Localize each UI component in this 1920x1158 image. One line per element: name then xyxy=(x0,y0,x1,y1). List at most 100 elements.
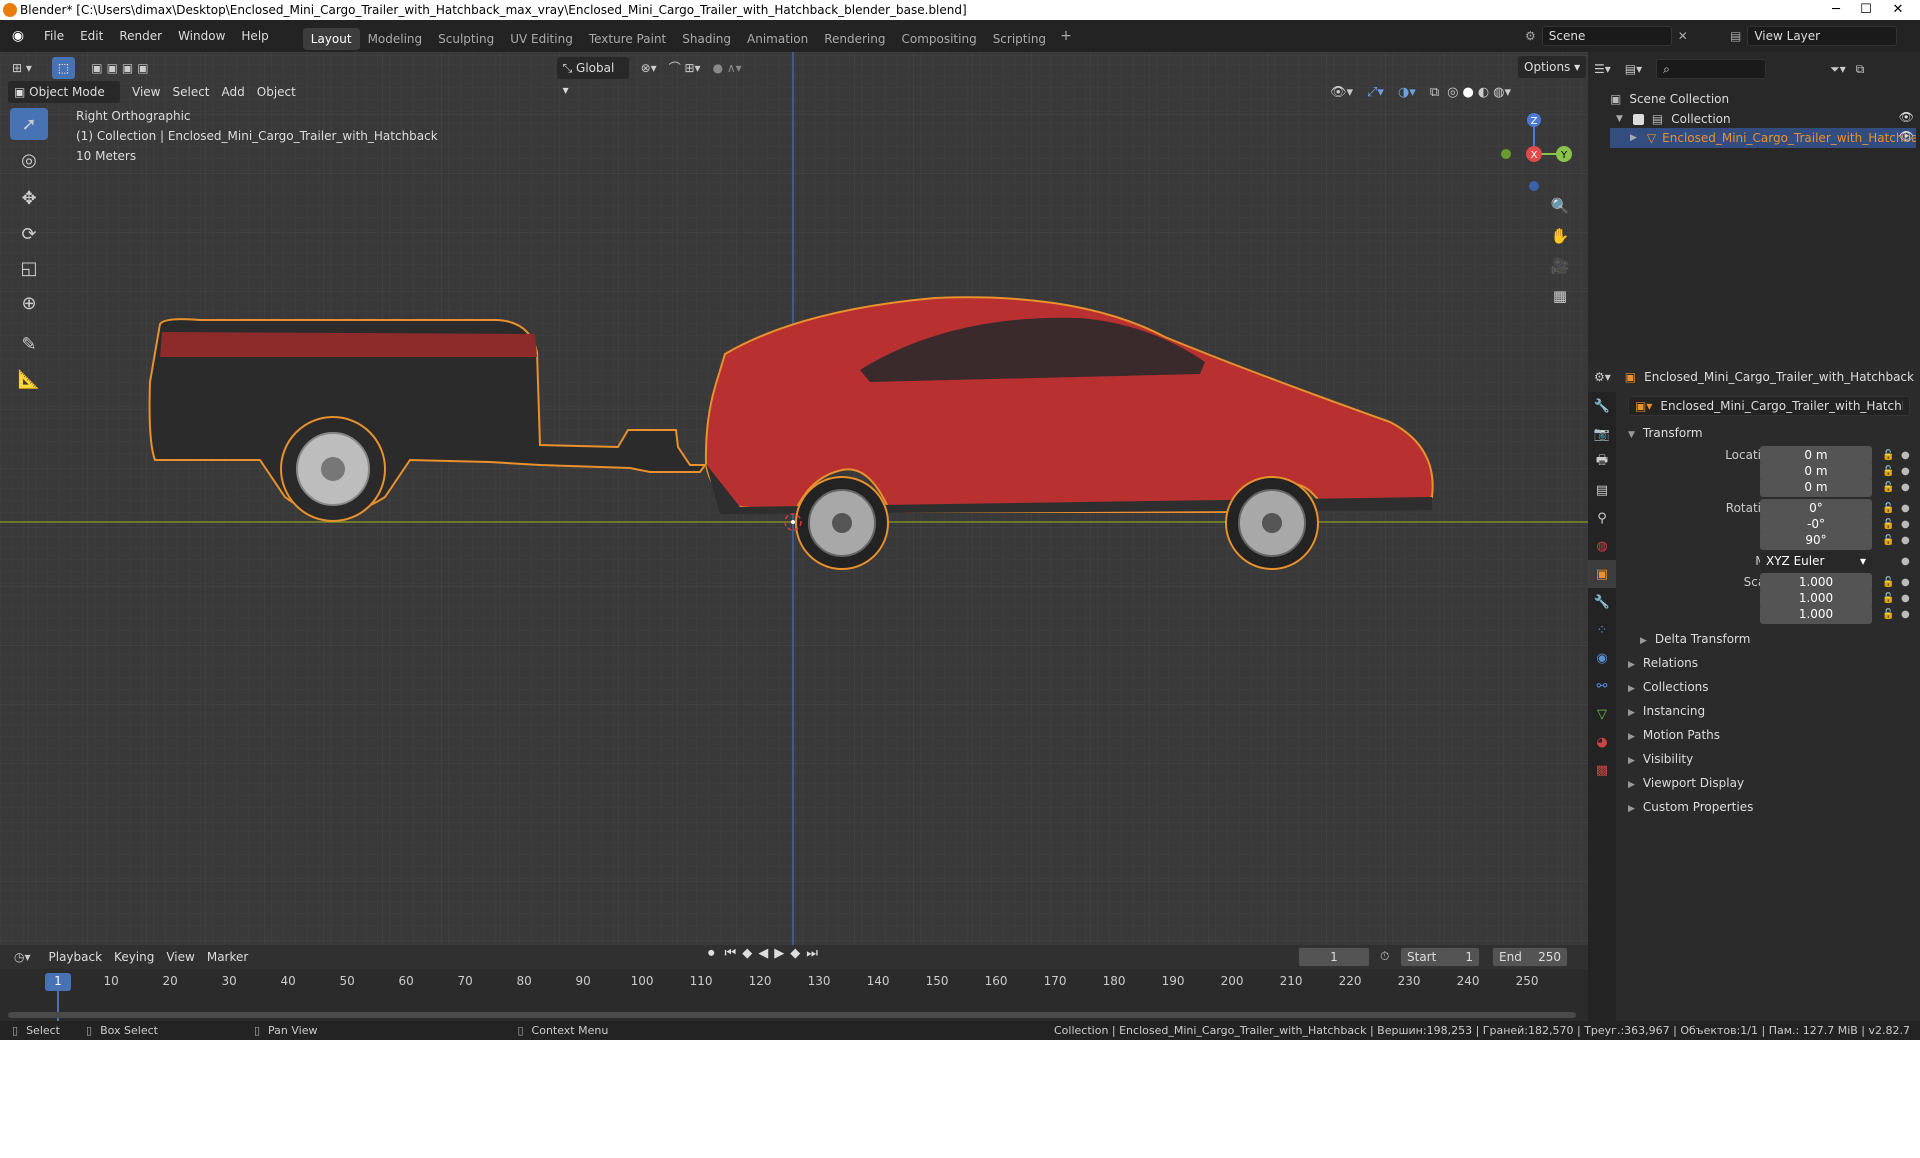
timeline-editor[interactable]: ◷▾ Playback Keying View Marker ⏺ ⏮ ◆ ◀ ▶ ◆ … xyxy=(0,945,1588,1021)
lock-icon[interactable]: 🔓 xyxy=(1882,450,1894,461)
rotate-tool[interactable]: ⟳ xyxy=(10,218,48,250)
panel-instancing[interactable]: ▶ Instancing xyxy=(1628,704,1705,718)
keyframe-dot-icon[interactable]: ● xyxy=(1901,593,1910,604)
display-mode-icon[interactable]: ▤▾ xyxy=(1625,62,1642,76)
menu-window[interactable]: Window xyxy=(170,20,233,52)
current-frame-field[interactable]: 1 xyxy=(1298,947,1370,967)
menu-help[interactable]: Help xyxy=(233,20,276,52)
timeline-ruler[interactable]: 1 10 20 30 40 50 60 70 80 90 100 110 120 130 140 150 160… xyxy=(0,969,1588,1021)
scene-field[interactable]: Scene xyxy=(1541,26,1672,46)
camera-icon[interactable]: 🎥 xyxy=(1546,252,1574,280)
render-tab-icon[interactable]: 📷 xyxy=(1588,420,1616,448)
jump-end-icon[interactable]: ⏭ xyxy=(806,946,818,961)
viewport-menu-select[interactable]: Select xyxy=(166,81,215,103)
keyframe-dot-icon[interactable]: ● xyxy=(1901,556,1910,567)
pan-hand-icon[interactable]: ✋ xyxy=(1546,222,1574,250)
measure-tool[interactable]: 📐 xyxy=(10,363,48,395)
properties-editor[interactable]: ⚙▾ ▣ Enclosed_Mini_Cargo_Trailer_with_Ha… xyxy=(1588,362,1920,1021)
object-visibility-icon[interactable]: 👁 xyxy=(1899,129,1914,143)
tab-rendering[interactable]: Rendering xyxy=(816,28,893,50)
record-icon[interactable]: ⏺ xyxy=(708,946,715,961)
cursor-tool[interactable]: ◎ xyxy=(10,144,48,176)
select-box-tool[interactable]: ➚ xyxy=(10,108,48,140)
expand-icon[interactable]: ▶ xyxy=(1630,133,1637,143)
view-layer-selector[interactable]: ▤ View Layer xyxy=(1730,26,1898,46)
tab-compositing[interactable]: Compositing xyxy=(893,28,984,50)
panel-collections[interactable]: ▶ Collections xyxy=(1628,680,1709,694)
keyframe-dot-icon[interactable]: ● xyxy=(1901,450,1910,461)
close-button[interactable]: ✕ xyxy=(1884,0,1912,20)
start-frame-field[interactable]: Start 1 xyxy=(1400,947,1480,967)
outliner[interactable]: ☰▾ ▤▾ ⌕ ⏷▾ ⧉ ▣ Scene Collection ▼ ▤ Coll… xyxy=(1588,52,1920,362)
rendered-shading-icon[interactable]: ◍▾ xyxy=(1493,85,1511,100)
material-shading-icon[interactable]: ◐ xyxy=(1478,85,1489,100)
snap-icon[interactable]: ⌒ ⊞▾ xyxy=(663,57,707,79)
tab-layout[interactable]: Layout xyxy=(302,27,360,50)
tab-texture-paint[interactable]: Texture Paint xyxy=(581,28,674,50)
timeline-menu-keying[interactable]: Keying xyxy=(108,946,160,968)
annotate-tool[interactable]: ✎ xyxy=(10,328,48,360)
timeline-menu-view[interactable]: View xyxy=(160,946,200,968)
transform-tool[interactable]: ⊕ xyxy=(10,287,48,319)
lock-icon[interactable]: 🔓 xyxy=(1882,609,1894,620)
scale-tool[interactable]: ◱ xyxy=(10,252,48,284)
tab-shading[interactable]: Shading xyxy=(674,28,739,50)
texture-tab-icon[interactable]: ▩ xyxy=(1588,756,1616,784)
tab-uv-editing[interactable]: UV Editing xyxy=(502,28,581,50)
move-tool[interactable]: ✥ xyxy=(10,182,48,214)
timeline-menu-marker[interactable]: Marker xyxy=(201,946,254,968)
physics-tab-icon[interactable]: ◉ xyxy=(1588,644,1616,672)
output-tab-icon[interactable]: 🖶 xyxy=(1588,448,1616,476)
3d-viewport[interactable]: ⊞ ▾ ⬚ ▣▣▣▣ ⤡ Global ▾ ⊗▾ ⌒ ⊞▾ ● ∧▾ Optio… xyxy=(0,52,1588,945)
end-frame-field[interactable]: End 250 xyxy=(1492,947,1568,967)
solid-shading-icon[interactable]: ● xyxy=(1462,85,1473,100)
keyframe-dot-icon[interactable]: ● xyxy=(1901,503,1910,514)
navigation-gizmo[interactable]: Z X Y xyxy=(1488,108,1578,198)
outliner-search-input[interactable]: ⌕ xyxy=(1656,59,1767,79)
collection-checkbox[interactable] xyxy=(1632,113,1644,125)
blender-menu-icon[interactable]: ◉ xyxy=(0,28,36,44)
view-layer-tab-icon[interactable]: ▤ xyxy=(1588,476,1616,504)
select-tool-mode-icon[interactable]: ⬚ xyxy=(51,57,76,79)
options-dropdown[interactable]: Options ▾ xyxy=(1518,56,1587,78)
tab-animation[interactable]: Animation xyxy=(739,28,816,50)
scene-objects[interactable] xyxy=(0,52,1588,945)
wireframe-shading-icon[interactable]: ◎ xyxy=(1447,85,1458,100)
lock-icon[interactable]: 🔓 xyxy=(1882,593,1894,604)
delta-transform-subpanel[interactable]: ▶ Delta Transform xyxy=(1640,632,1750,646)
view-layer-field[interactable]: View Layer xyxy=(1747,26,1898,46)
lock-icon[interactable]: 🔓 xyxy=(1882,466,1894,477)
scene-selector[interactable]: ⚙ Scene ✕ xyxy=(1525,26,1688,46)
outliner-object-row[interactable]: ▶ ▽ Enclosed_Mini_Cargo_Trailer_with_Hat… xyxy=(1610,128,1916,148)
panel-motion-paths[interactable]: ▶ Motion Paths xyxy=(1628,728,1720,742)
transform-panel-header[interactable]: ▼ Transform xyxy=(1628,426,1703,440)
close-scene-icon[interactable]: ✕ xyxy=(1678,29,1688,43)
pivot-point-icon[interactable]: ⊗▾ xyxy=(635,57,663,79)
keyframe-dot-icon[interactable]: ● xyxy=(1901,466,1910,477)
outliner-collection[interactable]: ▼ ▤ Collection xyxy=(1616,109,1731,129)
timeline-menu-playback[interactable]: Playback xyxy=(43,946,109,968)
keyframe-dot-icon[interactable]: ● xyxy=(1901,577,1910,588)
world-tab-icon[interactable]: ◍ xyxy=(1588,532,1616,560)
object-name-field[interactable]: ▣▾ Enclosed_Mini_Cargo_Trailer_with_Hatc… xyxy=(1628,396,1910,416)
add-workspace-icon[interactable]: + xyxy=(1060,28,1072,44)
menu-render[interactable]: Render xyxy=(111,20,170,52)
maximize-button[interactable]: ☐ xyxy=(1852,0,1880,20)
particles-tab-icon[interactable]: ⁘ xyxy=(1588,616,1616,644)
location-z-field[interactable]: 0 m xyxy=(1760,478,1872,497)
rotation-mode-dropdown[interactable]: XYZ Euler ▾ xyxy=(1760,552,1872,571)
zoom-icon[interactable]: 🔍 xyxy=(1546,192,1574,220)
next-keyframe-icon[interactable]: ◆ xyxy=(790,946,800,961)
jump-start-icon[interactable]: ⏮ xyxy=(725,946,737,961)
modifier-tab-icon[interactable]: 🔧 xyxy=(1588,588,1616,616)
timeline-scrollbar[interactable] xyxy=(8,1012,1576,1018)
viewport-menu-add[interactable]: Add xyxy=(216,81,251,103)
tool-tab-icon[interactable]: 🔧 xyxy=(1588,392,1616,420)
new-collection-icon[interactable]: ⧉ xyxy=(1856,62,1865,77)
tab-sculpting[interactable]: Sculpting xyxy=(430,28,502,50)
constraints-tab-icon[interactable]: ⚯ xyxy=(1588,672,1616,700)
panel-custom-properties[interactable]: ▶ Custom Properties xyxy=(1628,800,1753,814)
object-tab-icon[interactable]: ▣ xyxy=(1588,560,1616,588)
scale-z-field[interactable]: 1.000 xyxy=(1760,605,1872,624)
outliner-scene-collection[interactable]: ▣ Scene Collection xyxy=(1610,89,1729,109)
